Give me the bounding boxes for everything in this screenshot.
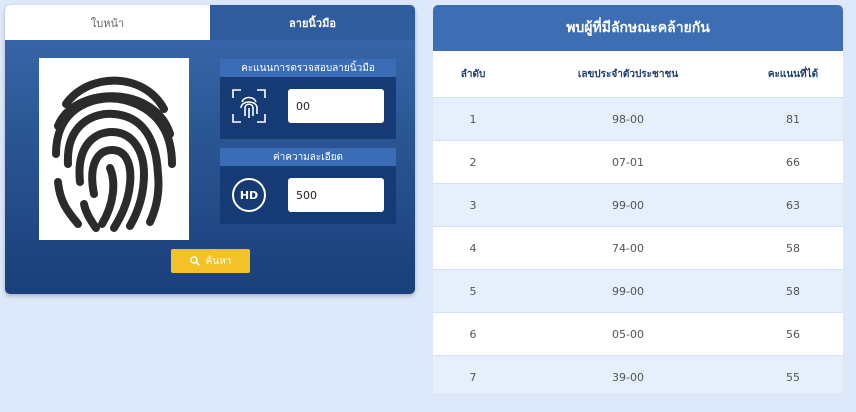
column-id: เลขประจำตัวประชาชน [577,68,679,80]
score-card: คะแนนการตรวจสอบลายนิ้วมือ 00 [220,59,396,139]
cell-score: 66 [786,155,800,169]
table-row[interactable]: 7 39-00 55 [433,355,843,393]
table-row[interactable]: 5 99-00 58 [433,269,843,312]
cell-score: 56 [786,327,800,341]
score-card-header: คะแนนการตรวจสอบลายนิ้วมือ [220,59,396,77]
resolution-card-header: ค่าความละเอียด [220,148,396,166]
hd-icon-label: HD [232,178,266,212]
fingerprint-scan-icon [230,87,268,125]
search-button-label: ค้นหา [205,255,232,267]
resolution-card: ค่าความละเอียด HD 500 [220,148,396,224]
results-title: พบผู้ที่มีลักษณะคล้ายกัน [433,5,843,51]
cell-id: 98-00 [612,112,644,126]
fingerprint-icon [52,76,176,232]
column-score: คะแนนที่ได้ [767,68,819,80]
table-row[interactable]: 1 98-00 81 [433,97,843,140]
results-panel: พบผู้ที่มีลักษณะคล้ายกัน ลำดับ เลขประจำต… [433,5,843,393]
hd-icon: HD [230,176,268,214]
tab-fingerprint[interactable]: ลายนิ้วมือ [210,5,415,40]
search-icon [189,256,200,266]
table-row[interactable]: 4 74-00 58 [433,226,843,269]
cell-rank: 7 [469,370,477,384]
cell-id: 99-00 [612,198,644,212]
cell-score: 55 [786,370,800,384]
cell-id: 05-00 [612,327,644,341]
cell-rank: 4 [469,241,477,255]
tab-bar: ใบหน้า ลายนิ้วมือ [5,5,415,40]
results-header-row: ลำดับ เลขประจำตัวประชาชน คะแนนที่ได้ [433,51,843,97]
cell-score: 63 [786,198,800,212]
score-input[interactable]: 00 [288,89,384,123]
column-rank: ลำดับ [460,68,486,80]
search-button[interactable]: ค้นหา [171,249,250,273]
table-row[interactable]: 6 05-00 56 [433,312,843,355]
cell-score: 58 [786,284,800,298]
cell-score: 81 [786,112,800,126]
cell-rank: 6 [469,327,477,341]
cell-id: 99-00 [612,284,644,298]
cell-id: 07-01 [612,155,644,169]
cell-id: 39-00 [612,370,644,384]
cell-rank: 1 [469,112,477,126]
tab-face[interactable]: ใบหน้า [5,5,210,40]
cell-rank: 5 [469,284,477,298]
table-row[interactable]: 3 99-00 63 [433,183,843,226]
resolution-input[interactable]: 500 [288,178,384,212]
cell-id: 74-00 [612,241,644,255]
cell-score: 58 [786,241,800,255]
fingerprint-search-panel: ใบหน้า ลายนิ้วมือ คะแนนการตรวจสอบลายนิ้ว… [5,5,415,294]
fingerprint-image [39,58,189,240]
cell-rank: 3 [469,198,477,212]
cell-rank: 2 [469,155,477,169]
table-row[interactable]: 2 07-01 66 [433,140,843,183]
